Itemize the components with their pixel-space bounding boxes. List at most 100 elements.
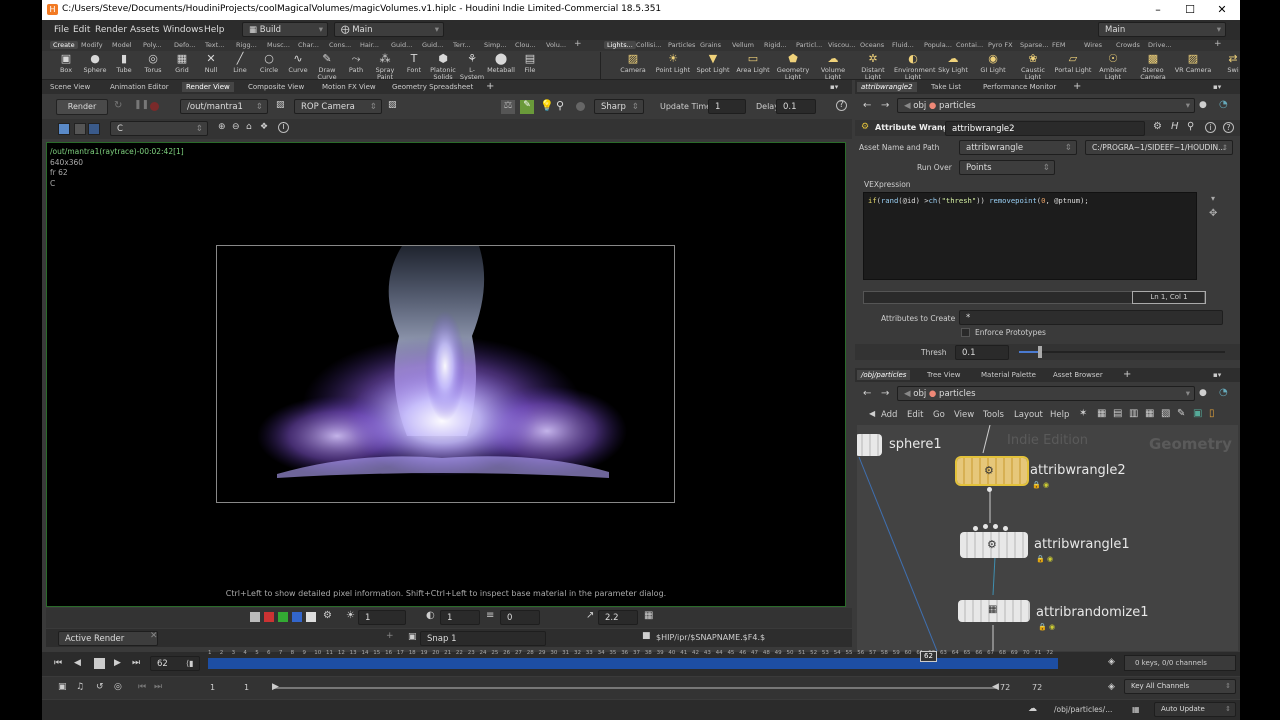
wrench-icon[interactable]: ✶ (1079, 408, 1087, 419)
jump-start-icon[interactable]: ⏮ (54, 658, 62, 668)
menu-go[interactable]: Go (933, 410, 945, 420)
info-icon[interactable]: i (1205, 122, 1216, 133)
menu-file[interactable]: File (54, 25, 69, 35)
desktop-build-dropdown[interactable]: ▦ Build ▾ (242, 22, 328, 37)
range-end-global[interactable]: 72 (1032, 683, 1042, 692)
shelf-tab-right-12[interactable]: Pyro FX (988, 41, 1013, 49)
clear-icon[interactable]: ✕ (150, 631, 158, 641)
tab-scene-view[interactable]: Scene View (46, 82, 94, 92)
thresh-field[interactable]: 0.1 (955, 345, 1009, 360)
close-icon[interactable]: ✕ (1214, 2, 1230, 18)
tool-tube[interactable]: ▮ Tube (109, 53, 139, 74)
preview-icon[interactable]: ⚖ (501, 100, 515, 114)
shelf-tab-10[interactable]: Hair... (360, 41, 379, 49)
gamma-field[interactable]: 1 (440, 610, 480, 625)
status-icon[interactable]: ▦ (1132, 705, 1140, 714)
shelf-add-icon[interactable]: + (574, 39, 582, 49)
exposure-field[interactable]: 1 (358, 610, 406, 625)
key-all-channels-dropdown[interactable]: Key All Channels ⇕ (1124, 679, 1236, 694)
shelf-tab-7[interactable]: Musc... (267, 41, 290, 49)
shelf-tab-right-15[interactable]: Wires (1084, 41, 1102, 49)
help-icon[interactable]: ? (1223, 122, 1234, 133)
menu-help[interactable]: Help (204, 25, 225, 35)
step-back-icon[interactable]: ⟨▮ (186, 659, 194, 668)
tile-icon[interactable]: ▥ (1129, 408, 1138, 419)
tool-draw-curve[interactable]: ✎ Draw Curve (312, 53, 342, 81)
range-start-playback[interactable]: 1 (244, 683, 249, 692)
jump-end-icon[interactable]: ⏭ (132, 658, 140, 668)
shelf-tab-right-9[interactable]: Fluid... (892, 41, 914, 49)
output-driver-dropdown[interactable]: /out/mantra1 ⇕ (180, 99, 268, 114)
play-forward-icon[interactable]: ▶ (114, 658, 121, 668)
desktop-main-dropdown[interactable]: ⨁ Main ▾ (334, 22, 444, 37)
maximize-icon[interactable]: ☐ (1182, 2, 1198, 18)
tool-camera[interactable]: ▨ Camera (614, 53, 652, 74)
key-icon[interactable]: ◈ (1108, 657, 1115, 667)
tool-path[interactable]: ⤳ Path (341, 53, 371, 74)
alpha-channel-icon[interactable] (306, 612, 316, 622)
tool-spray-paint[interactable]: ⁂ Spray Paint (370, 53, 400, 81)
sim-icon[interactable]: ◎ (114, 682, 122, 692)
menu-assets[interactable]: Assets (130, 25, 159, 35)
image-icon[interactable]: ▣ (1193, 408, 1202, 419)
tool-lsystem[interactable]: ⚘ L-System (457, 53, 487, 81)
pin-icon[interactable]: ● (1199, 100, 1207, 110)
camera-jump-icon[interactable]: ▨ (388, 100, 397, 110)
tab-network-path[interactable]: /obj/particles (857, 370, 911, 380)
menu-edit[interactable]: Edit (73, 25, 90, 35)
tool-null[interactable]: ✕ Null (196, 53, 226, 74)
shelf-tab-8[interactable]: Char... (298, 41, 319, 49)
tool-caustic-light[interactable]: ❀ Caustic Light (1014, 53, 1052, 81)
bypass-flag-icon[interactable]: ◉ (1043, 481, 1049, 489)
loop-icon[interactable]: ↺ (96, 682, 104, 692)
back-arrow-icon[interactable]: ← (863, 388, 871, 399)
pane-menu-icon[interactable]: ▪▾ (1209, 82, 1225, 92)
output-jump-icon[interactable]: ▨ (276, 100, 285, 110)
tool-line[interactable]: ╱ Line (225, 53, 255, 74)
refresh-icon[interactable]: ↻ (114, 100, 122, 111)
light-bulb-icon[interactable]: 💡 (540, 99, 554, 112)
bypass-flag-icon[interactable]: ◉ (1047, 555, 1053, 563)
tool-grid[interactable]: ▦ Grid (167, 53, 197, 74)
shelf-tab-right-17[interactable]: Drive... (1148, 41, 1172, 49)
shelf-tab-13[interactable]: Terr... (453, 41, 471, 49)
range-start-global[interactable]: 1 (210, 683, 215, 692)
help-icon[interactable]: ? (836, 100, 847, 111)
asset-path-dropdown[interactable]: C:/PROGRA~1/SIDEEF~1/HOUDIN... ⇕ (1085, 140, 1233, 155)
thresh-slider-handle[interactable] (1037, 346, 1042, 358)
tool-environment-light[interactable]: ◐ Environment Light (894, 53, 936, 81)
tab-animation-editor[interactable]: Animation Editor (106, 82, 173, 92)
tool-curve[interactable]: ∿ Curve (283, 53, 313, 74)
shelf-tab-16[interactable]: Volu... (546, 41, 566, 49)
red-channel-icon[interactable] (264, 612, 274, 622)
dot-icon[interactable] (576, 102, 585, 111)
auto-update-dropdown[interactable]: Auto Update ⇕ (1154, 702, 1236, 717)
list-icon[interactable]: ▤ (1113, 408, 1122, 419)
tab-geometry-spreadsheet[interactable]: Geometry Spreadsheet (388, 82, 477, 92)
rgb-icon[interactable] (250, 612, 260, 622)
tool-geometry-light[interactable]: ⬟ Geometry Light (774, 53, 812, 81)
tab-motion-fx-view[interactable]: Motion FX View (318, 82, 380, 92)
sharp-dropdown[interactable]: Sharp ⇕ (594, 99, 644, 114)
asset-name-dropdown[interactable]: attribwrangle ⇕ (959, 140, 1077, 155)
menu-tools[interactable]: Tools (983, 410, 1004, 420)
tool-area-light[interactable]: ▭ Area Light (734, 53, 772, 74)
tree-icon[interactable]: ▧ (1161, 408, 1170, 419)
folder-icon[interactable]: ▯ (1209, 408, 1215, 419)
menu-view[interactable]: View (954, 410, 974, 420)
tool-torus[interactable]: ◎ Torus (138, 53, 168, 74)
tool-ambient-light[interactable]: ☉ Ambient Light (1094, 53, 1132, 81)
shelf-tab-11[interactable]: Guid... (391, 41, 412, 49)
input-port[interactable] (983, 524, 988, 529)
tool-sky-light[interactable]: ☁ Sky Light (934, 53, 972, 74)
thresh-slider-track[interactable] (1019, 346, 1225, 358)
link-icon[interactable]: ◔ (1219, 99, 1228, 110)
shelf-tab-right-11[interactable]: Contai... (956, 41, 983, 49)
camera-dropdown[interactable]: ROP Camera ⇕ (294, 99, 382, 114)
lut-icon[interactable]: ▦ (644, 610, 653, 621)
shelf-tab-right-3[interactable]: Grains (700, 41, 721, 49)
bypass-flag-icon[interactable]: ◉ (1049, 623, 1055, 631)
tab-composite-view[interactable]: Composite View (244, 82, 308, 92)
input-port[interactable] (1003, 526, 1008, 531)
range-prev-icon[interactable]: ⏮ (138, 682, 146, 692)
